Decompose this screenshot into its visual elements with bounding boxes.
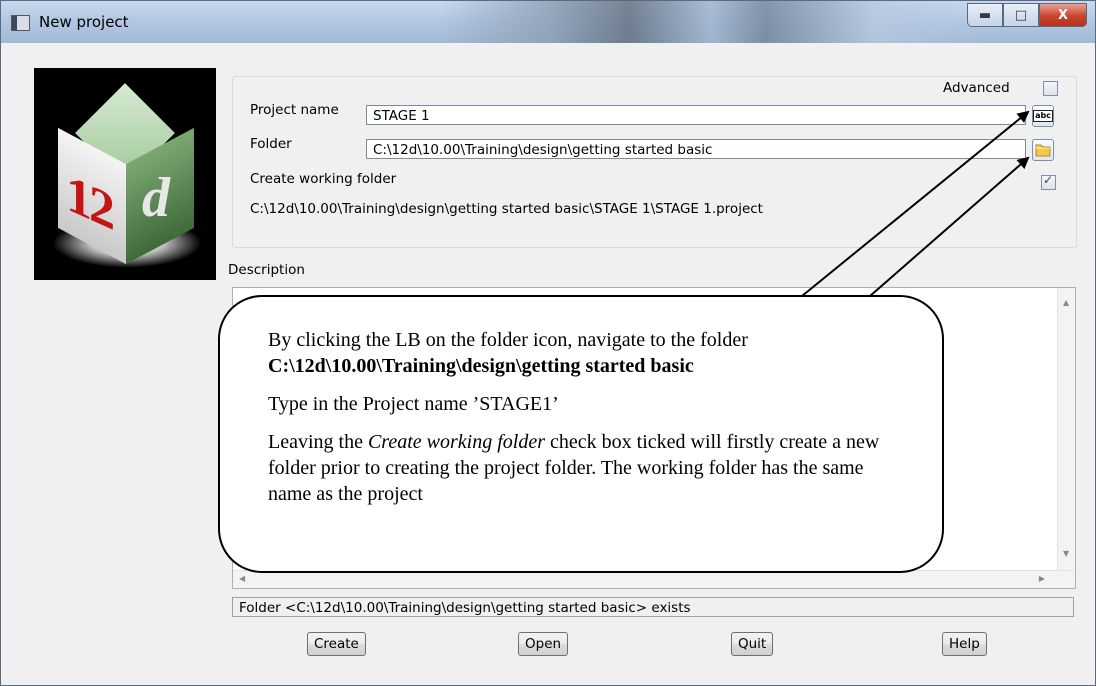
- callout-folder-path: C:\12d\10.00\Training\design\getting sta…: [268, 355, 694, 377]
- 12d-logo: 12 d: [34, 68, 216, 280]
- callout-line-3-emphasis: Create working folder: [367, 431, 545, 453]
- title-bar[interactable]: New project ▬ □ X: [1, 1, 1095, 43]
- callout-line-2: Type in the Project name ’STAGE1’: [268, 393, 559, 415]
- folder-browse-button[interactable]: [1032, 139, 1054, 161]
- advanced-checkbox[interactable]: [1043, 81, 1058, 96]
- title-bar-background: [441, 1, 981, 43]
- create-working-folder-checkbox[interactable]: [1041, 173, 1056, 190]
- create-working-folder-label: Create working folder: [250, 171, 397, 187]
- project-name-input[interactable]: STAGE 1: [366, 105, 1026, 125]
- project-path-text: C:\12d\10.00\Training\design\getting sta…: [250, 201, 763, 217]
- callout-paragraph-3: Leaving the Create working folder check …: [268, 429, 908, 507]
- callout-paragraph-1: By clicking the LB on the folder icon, n…: [268, 327, 942, 379]
- folder-input[interactable]: C:\12d\10.00\Training\design\getting sta…: [366, 139, 1026, 159]
- status-bar: Folder <C:\12d\10.00\Training\design\get…: [232, 597, 1074, 617]
- abc-icon: abc: [1033, 110, 1053, 122]
- create-button[interactable]: Create: [307, 632, 366, 656]
- window-title: New project: [39, 13, 129, 31]
- project-group-box: Advanced Project name STAGE 1 abc Folder…: [232, 76, 1077, 248]
- help-button[interactable]: Help: [942, 632, 987, 656]
- scroll-left-icon[interactable]: ◀: [239, 574, 245, 583]
- scroll-up-icon[interactable]: ▲: [1063, 298, 1069, 307]
- logo-d-text: d: [142, 167, 170, 229]
- open-button[interactable]: Open: [518, 632, 569, 656]
- close-button[interactable]: X: [1039, 3, 1087, 27]
- advanced-label: Advanced: [943, 80, 1010, 96]
- minimize-button[interactable]: ▬: [967, 3, 1003, 27]
- callout-line-3-start: Leaving the: [268, 431, 368, 453]
- folder-icon: [1035, 144, 1051, 157]
- description-vertical-scrollbar[interactable]: ▲ ▼: [1057, 288, 1075, 588]
- app-window-icon: [11, 15, 30, 31]
- name-helper-button[interactable]: abc: [1032, 105, 1054, 127]
- instruction-callout: By clicking the LB on the folder icon, n…: [218, 295, 944, 573]
- window-controls: ▬ □ X: [967, 3, 1087, 27]
- scroll-right-icon[interactable]: ▶: [1039, 574, 1045, 583]
- folder-label: Folder: [250, 136, 292, 152]
- quit-button[interactable]: Quit: [731, 632, 774, 656]
- project-name-label: Project name: [250, 102, 339, 118]
- callout-line-1: By clicking the LB on the folder icon, n…: [268, 329, 748, 351]
- description-label: Description: [228, 262, 305, 278]
- scroll-down-icon[interactable]: ▼: [1063, 549, 1069, 558]
- maximize-button[interactable]: □: [1003, 3, 1039, 27]
